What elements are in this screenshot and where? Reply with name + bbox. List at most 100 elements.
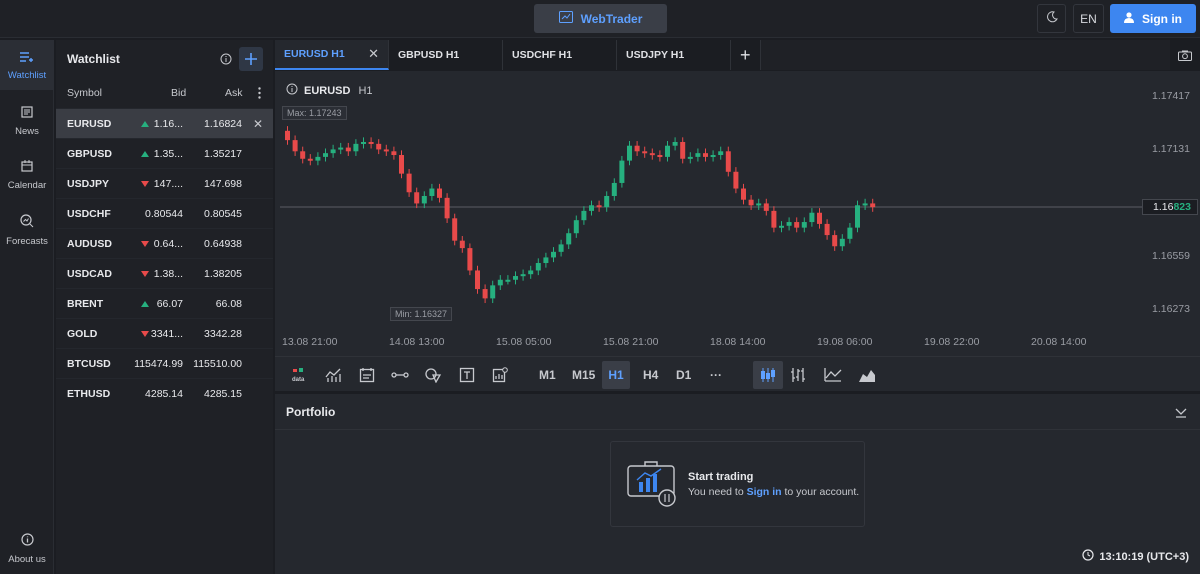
events-calendar-icon[interactable]: [356, 364, 378, 386]
time-tick: 15.08 21:00: [603, 336, 659, 348]
message-before: You need to: [688, 486, 747, 498]
watchlist-row[interactable]: BTCUSD 115474.99 115510.00: [56, 348, 273, 378]
candle-body: [414, 192, 420, 204]
candle-body: [680, 141, 686, 159]
tab-eurusd[interactable]: EURUSD H1 ✕: [275, 40, 389, 70]
start-trading-card: Start trading You need to Sign in to you…: [610, 441, 865, 527]
candle-body: [847, 227, 853, 239]
shapes-icon[interactable]: [422, 364, 444, 386]
webtrader-button[interactable]: WebTrader: [534, 4, 667, 33]
chart-settings-icon[interactable]: [489, 364, 511, 386]
watchlist-row[interactable]: USDJPY 147.... 147.698: [56, 168, 273, 198]
timeframe-m15[interactable]: M15: [566, 361, 601, 389]
col-bid[interactable]: Bid: [171, 87, 186, 99]
nav-calendar[interactable]: Calendar: [0, 160, 54, 191]
chart-area[interactable]: EURUSD H1 Max: 1.17243 Min: 1.16327 1.17…: [275, 71, 1200, 391]
arrow-down-icon: [141, 240, 149, 247]
watchlist-row[interactable]: USDCHF 0.80544 0.80545: [56, 198, 273, 228]
watchlist-rows: EURUSD 1.16... 1.16824 ✕ GBPUSD 1.35... 1.3521…: [56, 108, 273, 408]
candlestick-type-button[interactable]: [753, 361, 783, 389]
arrow-up-icon: [141, 150, 149, 157]
watchlist-row[interactable]: BRENT 66.07 66.08: [56, 288, 273, 318]
nav-news[interactable]: News: [0, 106, 54, 137]
candle-body: [627, 145, 632, 161]
sign-in-button[interactable]: Sign in: [1110, 4, 1196, 33]
candle-body: [604, 195, 610, 208]
sign-in-link[interactable]: Sign in: [747, 486, 782, 498]
language-button[interactable]: EN: [1073, 4, 1104, 33]
watchlist-panel: Watchlist Symbol Bid Ask EURUSD 1.16... 1.…: [56, 40, 273, 574]
col-symbol[interactable]: Symbol: [67, 87, 102, 99]
symbol-name: ETHUSD: [67, 387, 111, 400]
svg-text:data: data: [292, 377, 305, 383]
candle-body: [323, 153, 328, 157]
nav-forecasts-label: Forecasts: [6, 236, 48, 247]
max-label: Max: 1.17243: [282, 106, 347, 120]
message-after: to your account.: [781, 486, 860, 498]
timeframe-h1[interactable]: H1: [602, 361, 630, 389]
theme-toggle-button[interactable]: [1037, 4, 1066, 33]
tab-usdjpy[interactable]: USDJPY H1: [617, 40, 731, 70]
watchlist-row[interactable]: ETHUSD 4285.14 4285.15: [56, 378, 273, 408]
time-tick: 19.08 22:00: [924, 336, 980, 348]
candle-body: [535, 263, 541, 271]
ask-value: 0.64938: [204, 237, 242, 250]
chart-tabs: EURUSD H1 ✕ GBPUSD H1 USDCHF H1 USDJPY H…: [275, 40, 1200, 70]
info-icon[interactable]: [220, 53, 232, 68]
price-tick: 1.17131: [1152, 143, 1190, 155]
nav-watchlist[interactable]: Watchlist: [0, 40, 54, 90]
timeframe-d1[interactable]: D1: [670, 361, 697, 389]
portfolio-chart-icon: [627, 460, 679, 513]
candle-body: [300, 151, 306, 159]
candle-body: [482, 289, 488, 299]
col-ask[interactable]: Ask: [225, 87, 243, 99]
area-type-icon[interactable]: [856, 364, 878, 386]
nav-calendar-label: Calendar: [7, 180, 47, 191]
watchlist-row[interactable]: GBPUSD 1.35... 1.35217: [56, 138, 273, 168]
candle-body: [383, 149, 389, 152]
candle-body: [376, 143, 382, 150]
collapse-icon[interactable]: [1175, 406, 1187, 421]
tab-label: USDCHF H1: [512, 49, 573, 61]
close-icon[interactable]: ✕: [368, 46, 379, 62]
chart-studies-icon[interactable]: [323, 364, 345, 386]
timeframe-m1[interactable]: M1: [533, 361, 562, 389]
indicators-icon[interactable]: data: [289, 364, 311, 386]
nav-about-us[interactable]: About us: [0, 533, 54, 565]
more-vertical-icon[interactable]: [258, 87, 261, 102]
remove-icon[interactable]: ✕: [253, 117, 263, 131]
add-symbol-button[interactable]: [239, 47, 263, 71]
candle-body: [437, 188, 442, 198]
current-price-tail: 823: [1173, 201, 1191, 213]
candle-body: [839, 238, 845, 247]
candle-body: [771, 210, 777, 228]
ask-value: 4285.15: [204, 387, 242, 400]
candle-body: [421, 195, 427, 204]
line-type-icon[interactable]: [822, 364, 844, 386]
more-timeframes[interactable]: ···: [704, 361, 728, 389]
bid-value: 66.07: [156, 297, 183, 310]
portfolio-title: Portfolio: [286, 404, 336, 419]
candle-body: [710, 155, 716, 158]
price-tick: 1.17417: [1152, 90, 1190, 102]
chart-toolbar: data M1 M15 H1 H4 D1 ···: [275, 356, 1200, 391]
timeframe-h4[interactable]: H4: [637, 361, 664, 389]
trendline-icon[interactable]: [389, 364, 411, 386]
watchlist-row[interactable]: USDCAD 1.38... 1.38205: [56, 258, 273, 288]
tab-gbpusd[interactable]: GBPUSD H1: [389, 40, 503, 70]
nav-watchlist-label: Watchlist: [7, 70, 47, 81]
candle-body: [733, 171, 739, 189]
nav-forecasts[interactable]: Forecasts: [0, 214, 54, 247]
candle-body: [361, 141, 366, 144]
bars-type-icon[interactable]: [787, 364, 809, 386]
watchlist-row[interactable]: GOLD 3341... 3342.28: [56, 318, 273, 348]
camera-icon[interactable]: [1170, 40, 1200, 70]
add-tab-button[interactable]: +: [731, 40, 761, 70]
watchlist-row[interactable]: EURUSD 1.16... 1.16824 ✕: [56, 108, 273, 138]
ask-value: 115510.00: [193, 357, 242, 370]
candle-body: [520, 274, 526, 277]
symbol-name: GBPUSD: [67, 147, 112, 160]
text-tool-icon[interactable]: [456, 364, 478, 386]
watchlist-row[interactable]: AUDUSD 0.64... 0.64938: [56, 228, 273, 258]
tab-usdchf[interactable]: USDCHF H1: [503, 40, 617, 70]
